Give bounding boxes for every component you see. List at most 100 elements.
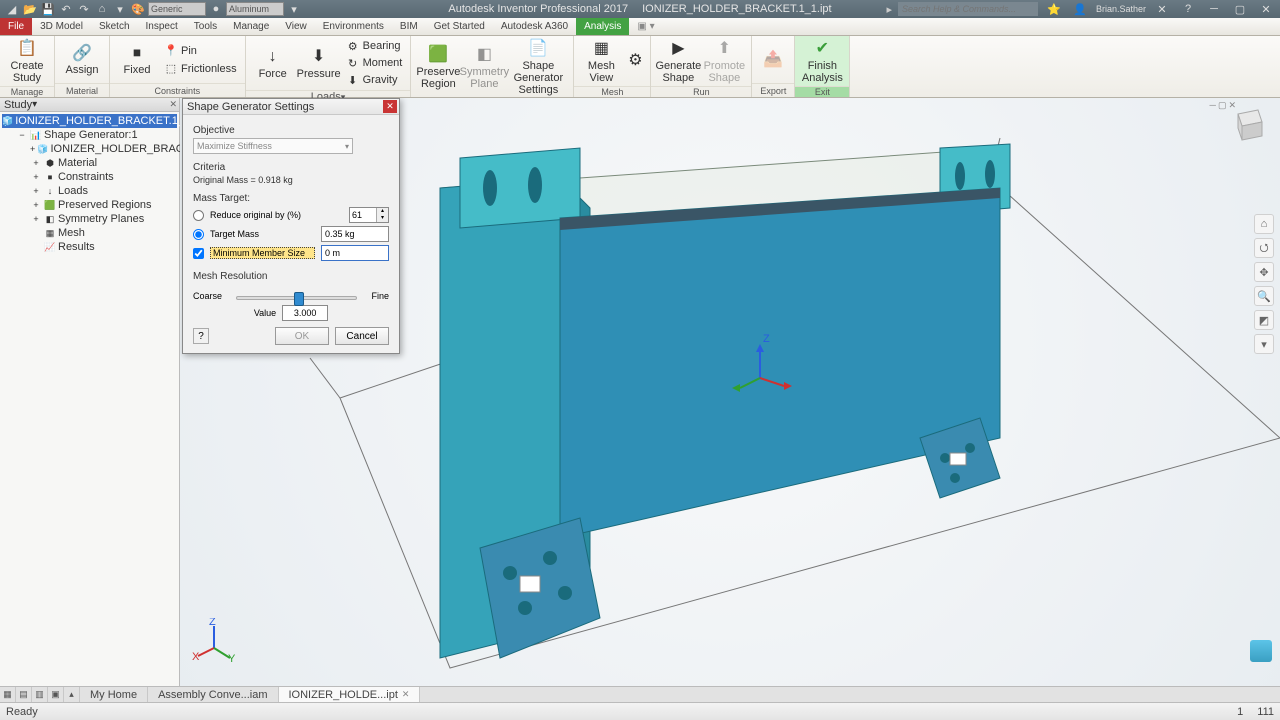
- gravity-button[interactable]: ⬇Gravity: [344, 72, 405, 88]
- tab-tools[interactable]: Tools: [186, 18, 225, 35]
- target-mass-input[interactable]: [321, 226, 389, 242]
- qat-more-icon[interactable]: ▾: [286, 2, 302, 16]
- tree-part-ref[interactable]: +🧊IONIZER_HOLDER_BRACKET.1_1.ipt: [2, 142, 177, 156]
- vp-min-icon[interactable]: ─: [1210, 100, 1216, 111]
- tree-loads[interactable]: +↓Loads: [2, 184, 177, 198]
- viewport[interactable]: Z ⌂ ⭯ ✥ 🔍 ◩ ▾ Z X Y ─ ▢ ✕: [180, 98, 1280, 702]
- paint-icon[interactable]: 🎨: [130, 2, 146, 16]
- doctab-home[interactable]: My Home: [80, 687, 148, 702]
- target-mass-radio[interactable]: [193, 229, 204, 240]
- reduce-percent-input[interactable]: [350, 210, 376, 220]
- tab-end-icon[interactable]: ▣ ▾: [629, 18, 662, 35]
- nav-pan-icon[interactable]: ✥: [1254, 262, 1274, 282]
- mesh-value-input[interactable]: [282, 305, 328, 321]
- nav-orbit-icon[interactable]: ⭯: [1254, 238, 1274, 258]
- min-member-input[interactable]: [321, 245, 389, 261]
- user-icon[interactable]: 👤: [1070, 2, 1090, 16]
- steering-wheel-icon[interactable]: [1250, 640, 1272, 662]
- tab-get-started[interactable]: Get Started: [426, 18, 493, 35]
- doctab-tile1-icon[interactable]: ▦: [0, 687, 16, 702]
- favorite-icon[interactable]: ✕: [1152, 2, 1172, 16]
- tree-results[interactable]: 📈Results: [2, 240, 177, 254]
- doctab-close-icon[interactable]: ✕: [402, 689, 410, 700]
- close-icon[interactable]: ✕: [1256, 2, 1276, 16]
- tab-manage[interactable]: Manage: [225, 18, 277, 35]
- tab-3d-model[interactable]: 3D Model: [32, 18, 91, 35]
- tree-shape-gen[interactable]: −📊Shape Generator:1: [2, 128, 177, 142]
- tab-environments[interactable]: Environments: [315, 18, 392, 35]
- frictionless-button[interactable]: ⬚Frictionless: [162, 61, 239, 77]
- tree-material[interactable]: +⬢Material: [2, 156, 177, 170]
- moment-button[interactable]: ↻Moment: [344, 55, 405, 71]
- undo-icon[interactable]: ↶: [58, 2, 74, 16]
- tree-root[interactable]: 🧊IONIZER_HOLDER_BRACKET.1_1.ipt: [2, 114, 177, 128]
- assign-button[interactable]: 🔗Assign: [61, 42, 103, 76]
- create-study-button[interactable]: 📋Create Study: [6, 38, 48, 84]
- doctab-up-icon[interactable]: ▴: [64, 687, 80, 702]
- save-icon[interactable]: 💾: [40, 2, 56, 16]
- nav-lookat-icon[interactable]: ◩: [1254, 310, 1274, 330]
- reduce-percent-spinner[interactable]: ▴▾: [349, 207, 389, 223]
- mesh-settings-button[interactable]: ⚙: [626, 50, 644, 72]
- doctab-tile4-icon[interactable]: ▣: [48, 687, 64, 702]
- bearing-button[interactable]: ⚙Bearing: [344, 38, 405, 54]
- tab-a360[interactable]: Autodesk A360: [493, 18, 576, 35]
- redo-icon[interactable]: ↷: [76, 2, 92, 16]
- dialog-help-icon[interactable]: ?: [193, 328, 209, 344]
- force-button[interactable]: ↓Force: [252, 46, 294, 80]
- browser-close-icon[interactable]: ✕: [169, 99, 177, 110]
- symmetry-plane-button[interactable]: ◧Symmetry Plane: [463, 44, 505, 90]
- mesh-resolution-slider[interactable]: [236, 296, 357, 300]
- fixed-button[interactable]: ⏹Fixed: [116, 42, 158, 76]
- dialog-close-icon[interactable]: ✕: [383, 100, 397, 113]
- nav-zoom-icon[interactable]: 🔍: [1254, 286, 1274, 306]
- maximize-icon[interactable]: ▢: [1230, 2, 1250, 16]
- nav-home-icon[interactable]: ⌂: [1254, 214, 1274, 234]
- min-member-checkbox[interactable]: [193, 248, 204, 259]
- search-arrow-icon[interactable]: ▸: [886, 3, 892, 16]
- app-icon[interactable]: ◢: [4, 2, 20, 16]
- tab-inspect[interactable]: Inspect: [138, 18, 186, 35]
- pin-button[interactable]: 📍Pin: [162, 43, 239, 59]
- material-icon[interactable]: ●: [208, 2, 224, 16]
- finish-analysis-button[interactable]: ✔Finish Analysis: [801, 38, 843, 84]
- help-icon[interactable]: ?: [1178, 2, 1198, 16]
- tree-preserved[interactable]: +🟩Preserved Regions: [2, 198, 177, 212]
- reduce-by-radio[interactable]: [193, 210, 204, 221]
- dialog-title[interactable]: Shape Generator Settings ✕: [183, 99, 399, 115]
- tab-file[interactable]: File: [0, 18, 32, 35]
- tab-analysis[interactable]: Analysis: [576, 18, 629, 35]
- tab-sketch[interactable]: Sketch: [91, 18, 138, 35]
- open-icon[interactable]: 📂: [22, 2, 38, 16]
- home-icon[interactable]: ⌂: [94, 2, 110, 16]
- doctab-assembly[interactable]: Assembly Conve...iam: [148, 687, 278, 702]
- vp-max-icon[interactable]: ▢: [1218, 100, 1227, 111]
- user-name[interactable]: Brian.Sather: [1096, 4, 1146, 14]
- tab-bim[interactable]: BIM: [392, 18, 426, 35]
- tab-view[interactable]: View: [277, 18, 315, 35]
- pressure-button[interactable]: ⬇Pressure: [298, 46, 340, 80]
- appearance-dropdown[interactable]: Generic: [148, 2, 206, 16]
- search-input[interactable]: [898, 2, 1038, 16]
- qat-icon[interactable]: ▾: [112, 2, 128, 16]
- objective-select[interactable]: Maximize Stiffness: [193, 138, 353, 154]
- mesh-view-button[interactable]: ▦Mesh View: [580, 38, 622, 84]
- tree-constraints[interactable]: +⏹Constraints: [2, 170, 177, 184]
- doctab-tile2-icon[interactable]: ▤: [16, 687, 32, 702]
- generate-shape-button[interactable]: ▶Generate Shape: [657, 38, 699, 84]
- viewcube[interactable]: [1228, 106, 1268, 146]
- vp-close-icon[interactable]: ✕: [1228, 100, 1236, 111]
- tree-mesh[interactable]: ▦Mesh: [2, 226, 177, 240]
- preserve-region-button[interactable]: 🟩Preserve Region: [417, 44, 459, 90]
- doctab-part[interactable]: IONIZER_HOLDE...ipt✕: [279, 687, 421, 702]
- doctab-tile3-icon[interactable]: ▥: [32, 687, 48, 702]
- browser-header[interactable]: Study ▾: [0, 98, 179, 112]
- cancel-button[interactable]: Cancel: [335, 327, 389, 345]
- signin-icon[interactable]: ⭐: [1044, 2, 1064, 16]
- tree-symmetry[interactable]: +◧Symmetry Planes: [2, 212, 177, 226]
- export-button[interactable]: 📤: [758, 49, 788, 71]
- ok-button[interactable]: OK: [275, 327, 329, 345]
- minimize-icon[interactable]: ─: [1204, 2, 1224, 16]
- shape-gen-settings-button[interactable]: 📄Shape Generator Settings: [509, 38, 567, 96]
- material-dropdown[interactable]: Aluminum: [226, 2, 284, 16]
